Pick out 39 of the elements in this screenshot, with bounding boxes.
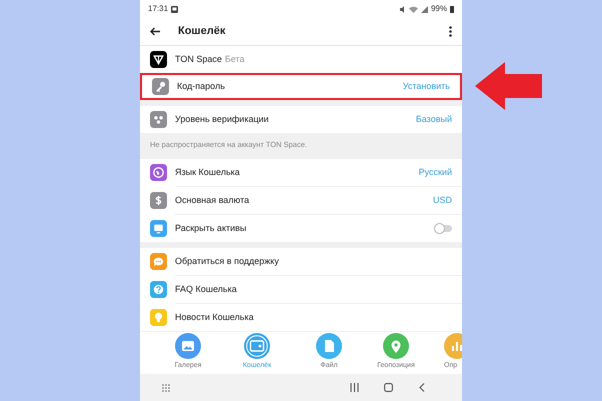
row-label: TON Space bbox=[175, 52, 222, 66]
row-label: Обратиться в поддержку bbox=[175, 255, 279, 268]
battery-icon bbox=[450, 6, 454, 12]
row-label: Язык Кошелька bbox=[175, 166, 240, 179]
row-label: Код-пароль bbox=[177, 80, 225, 93]
toggle-switch[interactable] bbox=[434, 225, 452, 232]
row-label: Уровень верификации bbox=[175, 112, 269, 126]
settings-row[interactable]: Язык Кошелька Русский bbox=[140, 159, 462, 186]
image-icon bbox=[171, 6, 178, 12]
more-options-icon[interactable] bbox=[449, 26, 452, 37]
back-arrow-icon[interactable] bbox=[150, 27, 161, 36]
page-title: Кошелёк bbox=[178, 24, 226, 40]
row-value: Русский bbox=[418, 166, 452, 179]
row-label: FAQ Кошелька bbox=[175, 283, 237, 296]
settings-row[interactable]: Обратиться в поддержку bbox=[140, 248, 462, 276]
pointer-arrow-icon bbox=[475, 62, 542, 110]
settings-row[interactable]: Раскрыть активы bbox=[140, 215, 462, 242]
settings-row[interactable]: FAQ Кошелька bbox=[140, 276, 462, 304]
mute-icon bbox=[398, 6, 406, 12]
signal-icon bbox=[420, 6, 428, 12]
row-value: USD bbox=[432, 194, 452, 207]
status-time: 17:31 bbox=[148, 3, 168, 15]
settings-row[interactable]: Новости Кошелька bbox=[140, 304, 462, 332]
row-label: Раскрыть активы bbox=[175, 222, 246, 235]
back-button-icon[interactable] bbox=[419, 383, 425, 392]
row-label: Основная валюта bbox=[175, 194, 250, 207]
recent-apps-icon[interactable] bbox=[350, 383, 359, 392]
keyboard-grid-icon[interactable] bbox=[162, 384, 170, 392]
beta-label: Бета bbox=[224, 52, 244, 66]
row-value: Базовый bbox=[416, 112, 452, 126]
wifi-icon bbox=[408, 6, 418, 12]
settings-row[interactable]: Основная валюта USD bbox=[140, 187, 462, 214]
settings-row[interactable]: Уровень верификации Базовый bbox=[140, 106, 462, 133]
settings-row[interactable]: TON Space Бета bbox=[140, 46, 462, 73]
row-value: Установить bbox=[402, 80, 450, 93]
row-label: Новости Кошелька bbox=[175, 311, 254, 324]
battery-percent: 99% bbox=[430, 3, 447, 15]
settings-row[interactable]: Код-пароль Установить bbox=[140, 73, 462, 100]
home-button-icon[interactable] bbox=[384, 383, 393, 392]
